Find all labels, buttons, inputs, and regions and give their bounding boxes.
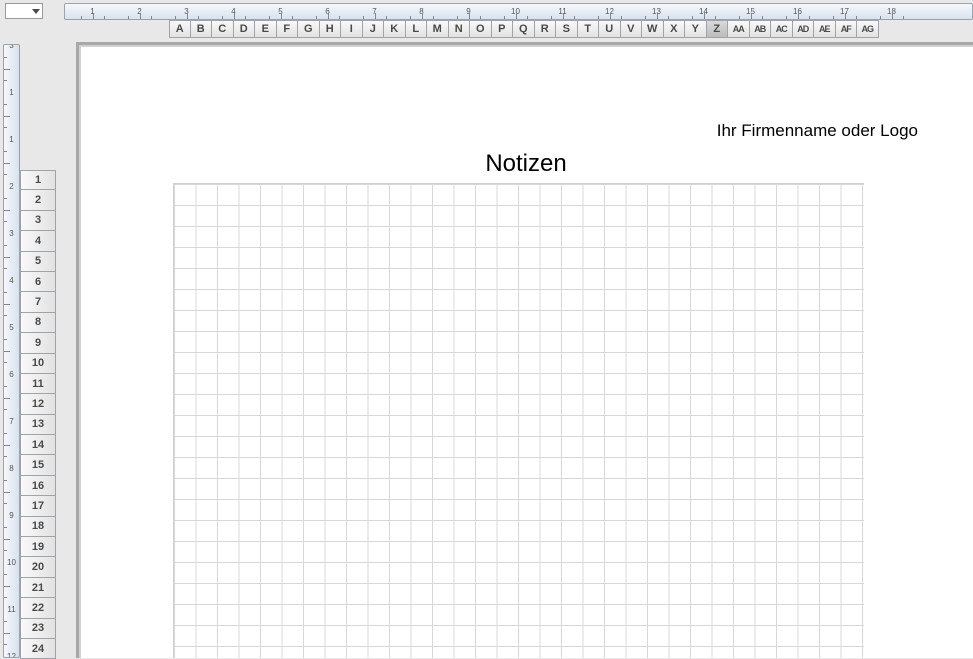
v-ruler-label-12: 11 bbox=[4, 605, 19, 614]
v-ruler-label-5: 4 bbox=[4, 276, 19, 285]
v-ruler-label-11: 10 bbox=[4, 558, 19, 567]
horizontal-ruler[interactable]: 123456789101112131415161718 bbox=[64, 3, 973, 20]
v-ruler-label-0: 3 bbox=[4, 44, 19, 50]
row-header-3[interactable]: 3 bbox=[20, 211, 56, 231]
row-header-19[interactable]: 19 bbox=[20, 537, 56, 557]
column-header-AB[interactable]: AB bbox=[750, 20, 772, 38]
row-header-10[interactable]: 10 bbox=[20, 354, 56, 374]
row-header-18[interactable]: 18 bbox=[20, 517, 56, 537]
row-headers: 123456789101112131415161718192021222324 bbox=[20, 170, 56, 658]
v-ruler-label-2: 1 bbox=[4, 135, 19, 144]
v-ruler-label-13: 12 bbox=[4, 652, 19, 658]
column-header-Z[interactable]: Z bbox=[707, 20, 729, 38]
row-header-8[interactable]: 8 bbox=[20, 313, 56, 333]
v-ruler-label-10: 9 bbox=[4, 511, 19, 520]
v-ruler-label-4: 3 bbox=[4, 229, 19, 238]
row-header-6[interactable]: 6 bbox=[20, 272, 56, 292]
row-header-17[interactable]: 17 bbox=[20, 496, 56, 516]
name-box[interactable] bbox=[5, 3, 43, 19]
column-header-V[interactable]: V bbox=[621, 20, 643, 38]
row-header-1[interactable]: 1 bbox=[20, 170, 56, 190]
column-header-H[interactable]: H bbox=[320, 20, 342, 38]
column-header-C[interactable]: C bbox=[212, 20, 234, 38]
column-header-L[interactable]: L bbox=[406, 20, 428, 38]
column-header-W[interactable]: W bbox=[642, 20, 664, 38]
column-header-M[interactable]: M bbox=[427, 20, 449, 38]
column-header-R[interactable]: R bbox=[535, 20, 557, 38]
column-header-D[interactable]: D bbox=[234, 20, 256, 38]
column-header-F[interactable]: F bbox=[277, 20, 299, 38]
v-ruler-label-8: 7 bbox=[4, 417, 19, 426]
row-header-4[interactable]: 4 bbox=[20, 231, 56, 251]
v-ruler-label-7: 6 bbox=[4, 370, 19, 379]
column-header-AA[interactable]: AA bbox=[728, 20, 750, 38]
column-header-O[interactable]: O bbox=[470, 20, 492, 38]
notes-grid[interactable] bbox=[173, 183, 864, 658]
column-header-J[interactable]: J bbox=[363, 20, 385, 38]
row-header-16[interactable]: 16 bbox=[20, 476, 56, 496]
row-header-20[interactable]: 20 bbox=[20, 557, 56, 577]
v-ruler-label-1: 1 bbox=[4, 88, 19, 97]
row-header-5[interactable]: 5 bbox=[20, 252, 56, 272]
v-ruler-label-9: 8 bbox=[4, 464, 19, 473]
vertical-ruler[interactable]: 31123456789101112 bbox=[3, 44, 20, 658]
column-header-AE[interactable]: AE bbox=[814, 20, 836, 38]
column-header-AD[interactable]: AD bbox=[793, 20, 815, 38]
column-header-K[interactable]: K bbox=[384, 20, 406, 38]
row-header-13[interactable]: 13 bbox=[20, 415, 56, 435]
column-header-E[interactable]: E bbox=[255, 20, 277, 38]
row-header-2[interactable]: 2 bbox=[20, 190, 56, 210]
column-header-AC[interactable]: AC bbox=[771, 20, 793, 38]
column-header-N[interactable]: N bbox=[449, 20, 471, 38]
column-headers: ABCDEFGHIJKLMNOPQRSTUVWXYZAAABACADAEAFAG bbox=[169, 20, 973, 38]
row-header-14[interactable]: 14 bbox=[20, 435, 56, 455]
column-header-T[interactable]: T bbox=[578, 20, 600, 38]
column-header-AG[interactable]: AG bbox=[857, 20, 879, 38]
row-header-7[interactable]: 7 bbox=[20, 292, 56, 312]
v-ruler-label-3: 2 bbox=[4, 182, 19, 191]
row-header-21[interactable]: 21 bbox=[20, 578, 56, 598]
column-header-P[interactable]: P bbox=[492, 20, 514, 38]
page-title: Notizen bbox=[79, 150, 973, 178]
row-header-12[interactable]: 12 bbox=[20, 394, 56, 414]
column-header-I[interactable]: I bbox=[341, 20, 363, 38]
row-header-15[interactable]: 15 bbox=[20, 455, 56, 475]
row-header-24[interactable]: 24 bbox=[20, 639, 56, 659]
column-header-Q[interactable]: Q bbox=[513, 20, 535, 38]
column-header-AF[interactable]: AF bbox=[836, 20, 858, 38]
column-header-B[interactable]: B bbox=[191, 20, 213, 38]
column-header-X[interactable]: X bbox=[664, 20, 686, 38]
company-placeholder-text: Ihr Firmenname oder Logo bbox=[717, 121, 918, 141]
row-header-11[interactable]: 11 bbox=[20, 374, 56, 394]
column-header-S[interactable]: S bbox=[556, 20, 578, 38]
column-header-G[interactable]: G bbox=[298, 20, 320, 38]
v-ruler-label-6: 5 bbox=[4, 323, 19, 332]
row-header-23[interactable]: 23 bbox=[20, 619, 56, 639]
document-page: Ihr Firmenname oder Logo Notizen bbox=[76, 42, 973, 658]
column-header-Y[interactable]: Y bbox=[685, 20, 707, 38]
dropdown-icon bbox=[32, 9, 40, 14]
column-header-A[interactable]: A bbox=[169, 20, 191, 38]
column-header-U[interactable]: U bbox=[599, 20, 621, 38]
row-header-22[interactable]: 22 bbox=[20, 598, 56, 618]
row-header-9[interactable]: 9 bbox=[20, 333, 56, 353]
